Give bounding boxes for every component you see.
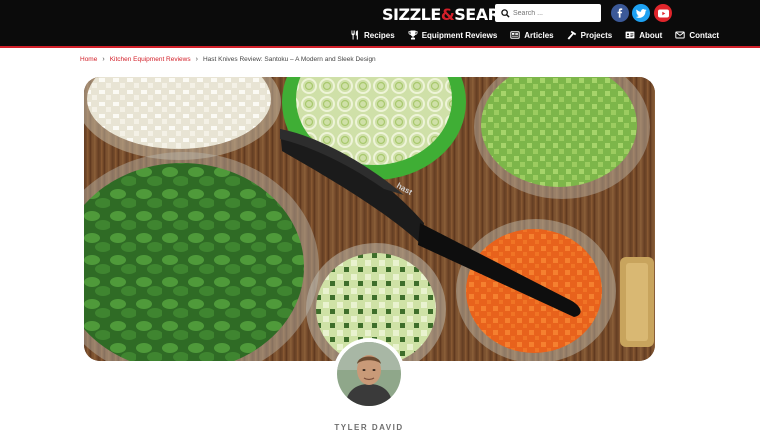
breadcrumb-category[interactable]: Kitchen Equipment Reviews xyxy=(110,56,191,63)
breadcrumb: Home › Kitchen Equipment Reviews › Hast … xyxy=(80,56,376,63)
featured-image: hast xyxy=(84,77,655,361)
knife-on-cutting-board-photo: hast xyxy=(84,77,655,361)
main-nav: Recipes Equipment Reviews Articles Proje… xyxy=(350,30,732,40)
twitter-link[interactable] xyxy=(632,4,650,22)
chevron-right-icon: › xyxy=(195,56,198,63)
nav-label: About xyxy=(639,30,663,40)
breadcrumb-home[interactable]: Home xyxy=(80,56,97,63)
site-header: SIZZLE&SEAR Recipes Equipment Reviews Ar… xyxy=(0,0,760,48)
nav-item-about[interactable]: About xyxy=(625,30,662,40)
search-box[interactable] xyxy=(495,4,601,22)
youtube-link[interactable] xyxy=(654,4,672,22)
newspaper-icon xyxy=(510,31,520,39)
nav-label: Equipment Reviews xyxy=(421,30,498,40)
chevron-right-icon: › xyxy=(102,56,105,63)
author-photo xyxy=(337,342,401,406)
twitter-icon xyxy=(635,8,647,18)
nav-item-contact[interactable]: Contact xyxy=(675,30,719,40)
nav-item-recipes[interactable]: Recipes xyxy=(350,30,395,40)
site-logo[interactable]: SIZZLE&SEAR xyxy=(382,5,500,24)
search-input[interactable] xyxy=(513,9,597,17)
search-icon xyxy=(501,8,510,18)
nav-item-projects[interactable]: Projects xyxy=(567,30,613,40)
youtube-icon xyxy=(657,9,669,17)
utensils-icon xyxy=(351,30,358,40)
author-avatar[interactable] xyxy=(333,338,405,410)
nav-item-articles[interactable]: Articles xyxy=(510,30,554,40)
nav-label: Articles xyxy=(524,30,554,40)
nav-item-equipment-reviews[interactable]: Equipment Reviews xyxy=(408,30,498,40)
nav-label: Recipes xyxy=(364,30,395,40)
author-name[interactable]: TYLER DAVID xyxy=(0,423,738,432)
facebook-link[interactable] xyxy=(611,4,629,22)
facebook-icon xyxy=(617,8,623,18)
nav-label: Projects xyxy=(580,30,613,40)
trophy-icon xyxy=(408,30,418,40)
breadcrumb-current: Hast Knives Review: Santoku – A Modern a… xyxy=(202,56,376,63)
id-card-icon xyxy=(625,31,635,39)
nav-label: Contact xyxy=(689,30,720,40)
envelope-icon xyxy=(675,31,686,39)
hammer-icon xyxy=(567,30,576,40)
